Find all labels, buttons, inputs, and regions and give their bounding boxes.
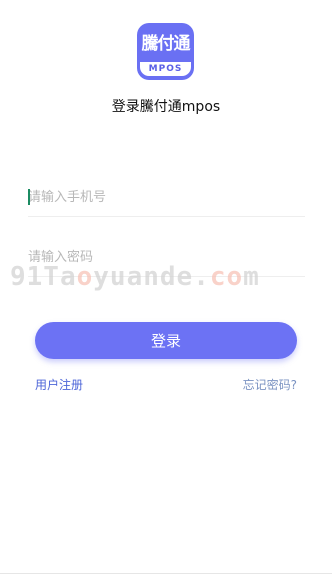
logo-title: 騰付通 bbox=[141, 34, 191, 54]
watermark-accent: co bbox=[209, 262, 244, 292]
forgot-password-link[interactable]: 忘记密码? bbox=[243, 376, 297, 393]
logo-subtitle-band: MPOS bbox=[140, 62, 191, 76]
watermark-text: 91Ta bbox=[10, 262, 77, 292]
divider bbox=[28, 216, 305, 217]
register-link[interactable]: 用户注册 bbox=[35, 376, 83, 393]
watermark-text: m bbox=[243, 262, 260, 292]
page-title: 登录騰付通mpos bbox=[111, 99, 221, 115]
logo-subtitle: MPOS bbox=[148, 64, 183, 74]
phone-field[interactable] bbox=[28, 180, 305, 214]
app-logo: 騰付通 MPOS bbox=[137, 23, 194, 80]
watermark-accent: o bbox=[76, 262, 94, 292]
watermark: 91Taoyuande.com bbox=[10, 262, 322, 296]
login-screen: 騰付通 MPOS 登录騰付通mpos 91Taoyuande.com 登录 用户… bbox=[0, 0, 332, 574]
phone-input[interactable] bbox=[28, 180, 305, 214]
watermark-text: yuande. bbox=[93, 262, 210, 292]
text-caret bbox=[28, 189, 30, 205]
login-button[interactable]: 登录 bbox=[35, 322, 297, 359]
